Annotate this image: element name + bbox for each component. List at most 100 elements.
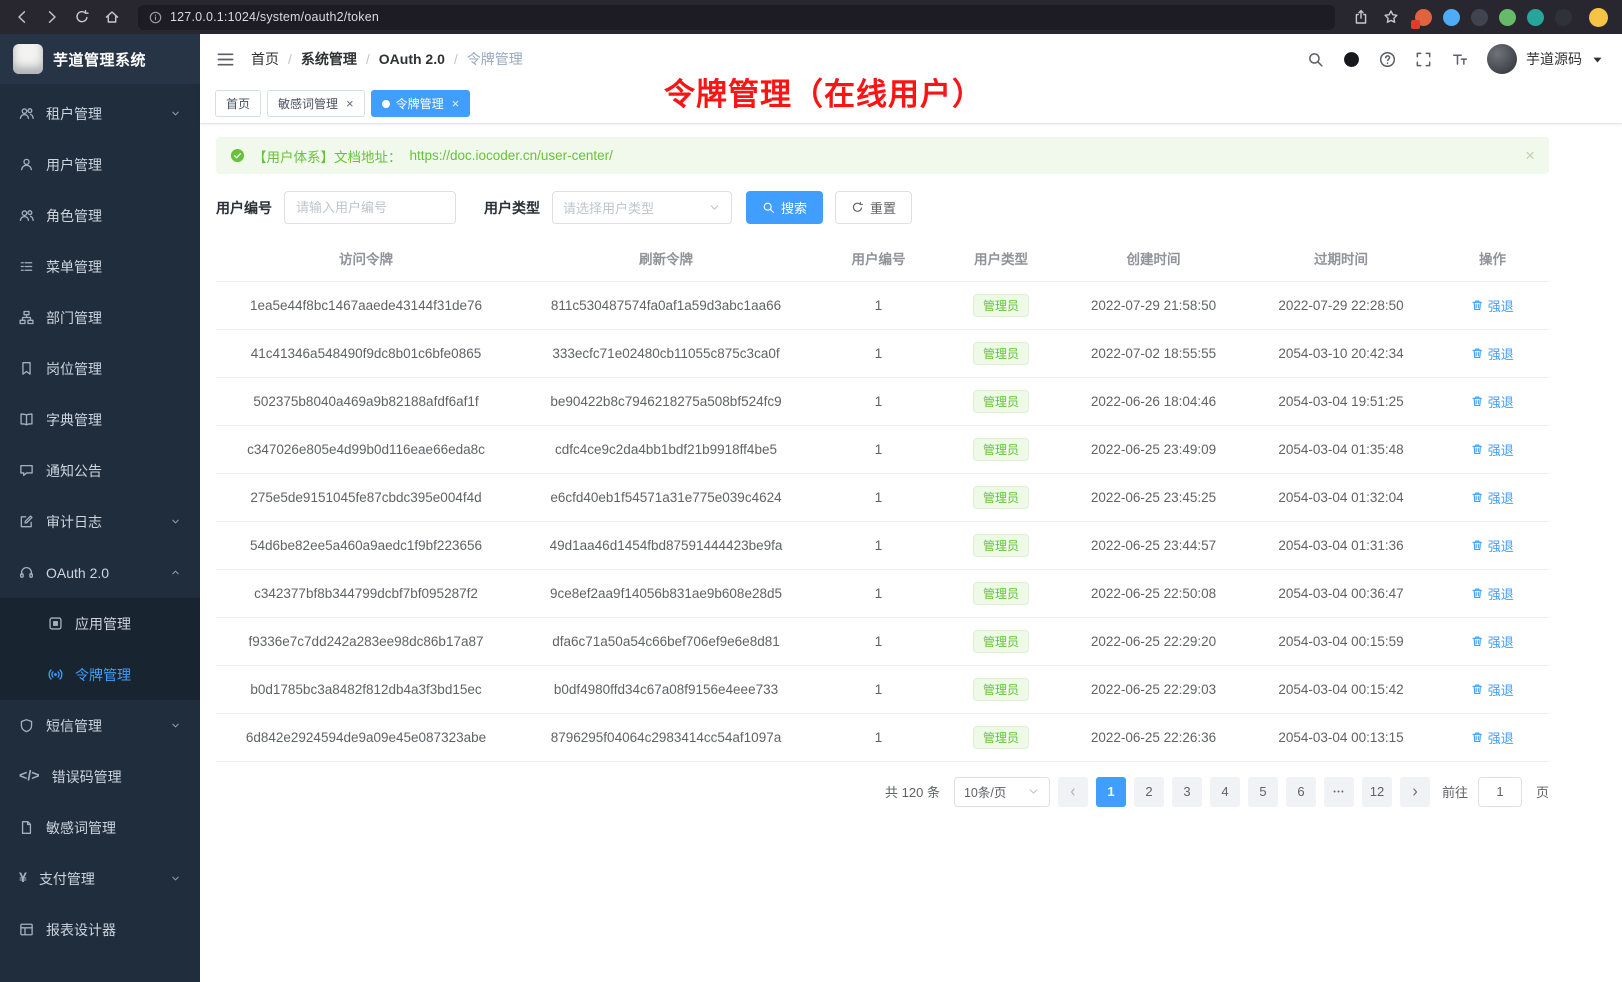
sidebar-item-report[interactable]: 报表设计器 (0, 904, 200, 955)
user-name[interactable]: 芋道源码 (1526, 49, 1582, 69)
sidebar-item-post[interactable]: 岗位管理 (0, 343, 200, 394)
tab-token[interactable]: 令牌管理× (371, 90, 471, 117)
profile-avatar-emoji[interactable] (1589, 8, 1608, 27)
url-bar[interactable]: 127.0.0.1:1024/system/oauth2/token (138, 5, 1335, 30)
sidebar-item-role[interactable]: 角色管理 (0, 190, 200, 241)
page-button-1[interactable]: 1 (1096, 777, 1126, 807)
sidebar-item-pay[interactable]: ¥支付管理 (0, 853, 200, 904)
sidebar-item-label: 应用管理 (75, 614, 131, 634)
force-logout-button[interactable]: 强退 (1471, 440, 1514, 459)
sidebar-item-errcode[interactable]: </>错误码管理 (0, 751, 200, 802)
sidebar-item-notice[interactable]: 通知公告 (0, 445, 200, 496)
page-size-select[interactable]: 10条/页 (954, 777, 1050, 807)
more-pages-button[interactable] (1324, 777, 1354, 807)
reset-button[interactable]: 重置 (835, 191, 912, 224)
alert-close-icon[interactable]: × (1525, 147, 1535, 164)
sidebar-item-label: 通知公告 (46, 461, 102, 481)
force-logout-button[interactable]: 强退 (1471, 536, 1514, 555)
sidebar-item-sensitive[interactable]: 敏感词管理 (0, 802, 200, 853)
user-avatar[interactable] (1487, 44, 1517, 74)
page-button-12[interactable]: 12 (1362, 777, 1392, 807)
expire-time-cell: 2054-03-04 00:15:59 (1246, 617, 1436, 665)
site-info-icon[interactable] (149, 11, 162, 24)
sidebar-item-dict[interactable]: 字典管理 (0, 394, 200, 445)
caret-down-icon[interactable] (1589, 51, 1606, 68)
extension-orange[interactable] (1415, 9, 1432, 26)
tab-close-icon[interactable]: × (452, 97, 460, 110)
sidebar-item-label: 令牌管理 (75, 665, 131, 685)
breadcrumb-item[interactable]: 首页 (251, 49, 279, 69)
refresh-token-cell: b0df4980ffd34c67a08f9156e4eee733 (516, 665, 816, 713)
force-logout-button[interactable]: 强退 (1471, 728, 1514, 747)
forward-icon[interactable] (44, 9, 60, 25)
share-icon[interactable] (1353, 9, 1369, 25)
page-button-3[interactable]: 3 (1172, 777, 1202, 807)
force-logout-button[interactable]: 强退 (1471, 488, 1514, 507)
sidebar-item-oauth[interactable]: OAuth 2.0 (0, 547, 200, 598)
github-icon[interactable] (1343, 51, 1360, 68)
delete-icon (1471, 491, 1484, 504)
sidebar-item-oauth-token[interactable]: 令牌管理 (0, 649, 200, 700)
back-icon[interactable] (14, 9, 30, 25)
table-row: c347026e805e4d99b0d116eae66eda8ccdfc4ce9… (216, 425, 1549, 473)
page-button-6[interactable]: 6 (1286, 777, 1316, 807)
sidebar-item-sms[interactable]: 短信管理 (0, 700, 200, 751)
sidebar-item-tenant[interactable]: 租户管理 (0, 88, 200, 139)
force-logout-button[interactable]: 强退 (1471, 632, 1514, 651)
extension-teal[interactable] (1527, 9, 1544, 26)
access-token-cell: 6d842e2924594de9a09e45e087323abe (216, 713, 516, 761)
sidebar-item-audit-log[interactable]: 审计日志 (0, 496, 200, 547)
search-icon[interactable] (1307, 51, 1324, 68)
sidebar-item-oauth-app[interactable]: 应用管理 (0, 598, 200, 649)
sidebar-item-label: 报表设计器 (46, 920, 116, 940)
breadcrumb-item[interactable]: OAuth 2.0 (379, 51, 445, 67)
breadcrumb: 首页/系统管理/OAuth 2.0/令牌管理 (251, 49, 523, 69)
sidebar-item-menu[interactable]: 菜单管理 (0, 241, 200, 292)
extension-gray[interactable] (1555, 9, 1572, 26)
sidebar-item-user[interactable]: 用户管理 (0, 139, 200, 190)
tab-close-icon[interactable]: × (346, 97, 354, 110)
expire-time-cell: 2054-03-04 01:35:48 (1246, 425, 1436, 473)
bookmark-star-icon[interactable] (1383, 9, 1399, 25)
alert-doc-link[interactable]: https://doc.iocoder.cn/user-center/ (410, 148, 613, 163)
force-logout-label: 强退 (1488, 488, 1514, 507)
breadcrumb-item[interactable]: 系统管理 (301, 49, 357, 69)
chevron-down-icon (170, 108, 181, 119)
force-logout-button[interactable]: 强退 (1471, 344, 1514, 363)
dictionary-icon (19, 412, 34, 427)
reload-icon[interactable] (74, 9, 90, 25)
menu-list-icon (19, 259, 34, 274)
force-logout-button[interactable]: 强退 (1471, 296, 1514, 315)
user-id-input[interactable] (284, 191, 456, 224)
goto-page-input[interactable] (1478, 777, 1522, 807)
force-logout-button[interactable]: 强退 (1471, 584, 1514, 603)
action-cell: 强退 (1436, 377, 1549, 425)
prev-page-button[interactable] (1058, 777, 1088, 807)
force-logout-button[interactable]: 强退 (1471, 680, 1514, 699)
force-logout-button[interactable]: 强退 (1471, 392, 1514, 411)
access-token-cell: 54d6be82ee5a460a9aedc1f9bf223656 (216, 521, 516, 569)
extension-green[interactable] (1499, 9, 1516, 26)
sidebar-item-dept[interactable]: 部门管理 (0, 292, 200, 343)
tab-home[interactable]: 首页 (215, 90, 261, 117)
page-button-5[interactable]: 5 (1248, 777, 1278, 807)
sidebar: 芋道管理系统 租户管理用户管理角色管理菜单管理部门管理岗位管理字典管理通知公告审… (0, 34, 200, 982)
tab-sensitive[interactable]: 敏感词管理× (267, 90, 365, 117)
search-button[interactable]: 搜索 (746, 191, 823, 224)
role-icon (19, 208, 34, 223)
created-time-cell: 2022-06-25 23:45:25 (1061, 473, 1246, 521)
next-page-button[interactable] (1400, 777, 1430, 807)
home-icon[interactable] (104, 9, 120, 25)
fullscreen-icon[interactable] (1415, 51, 1432, 68)
force-logout-label: 强退 (1488, 680, 1514, 699)
hamburger-icon[interactable] (216, 50, 235, 69)
extension-blue[interactable] (1443, 9, 1460, 26)
font-size-icon[interactable] (1451, 51, 1468, 68)
page-button-2[interactable]: 2 (1134, 777, 1164, 807)
browser-chrome: 127.0.0.1:1024/system/oauth2/token (0, 0, 1622, 34)
user-type-select[interactable]: 请选择用户类型 (552, 191, 732, 224)
page-button-4[interactable]: 4 (1210, 777, 1240, 807)
extension-dark[interactable] (1471, 9, 1488, 26)
help-icon[interactable] (1379, 51, 1396, 68)
chevron-down-icon (170, 873, 181, 884)
